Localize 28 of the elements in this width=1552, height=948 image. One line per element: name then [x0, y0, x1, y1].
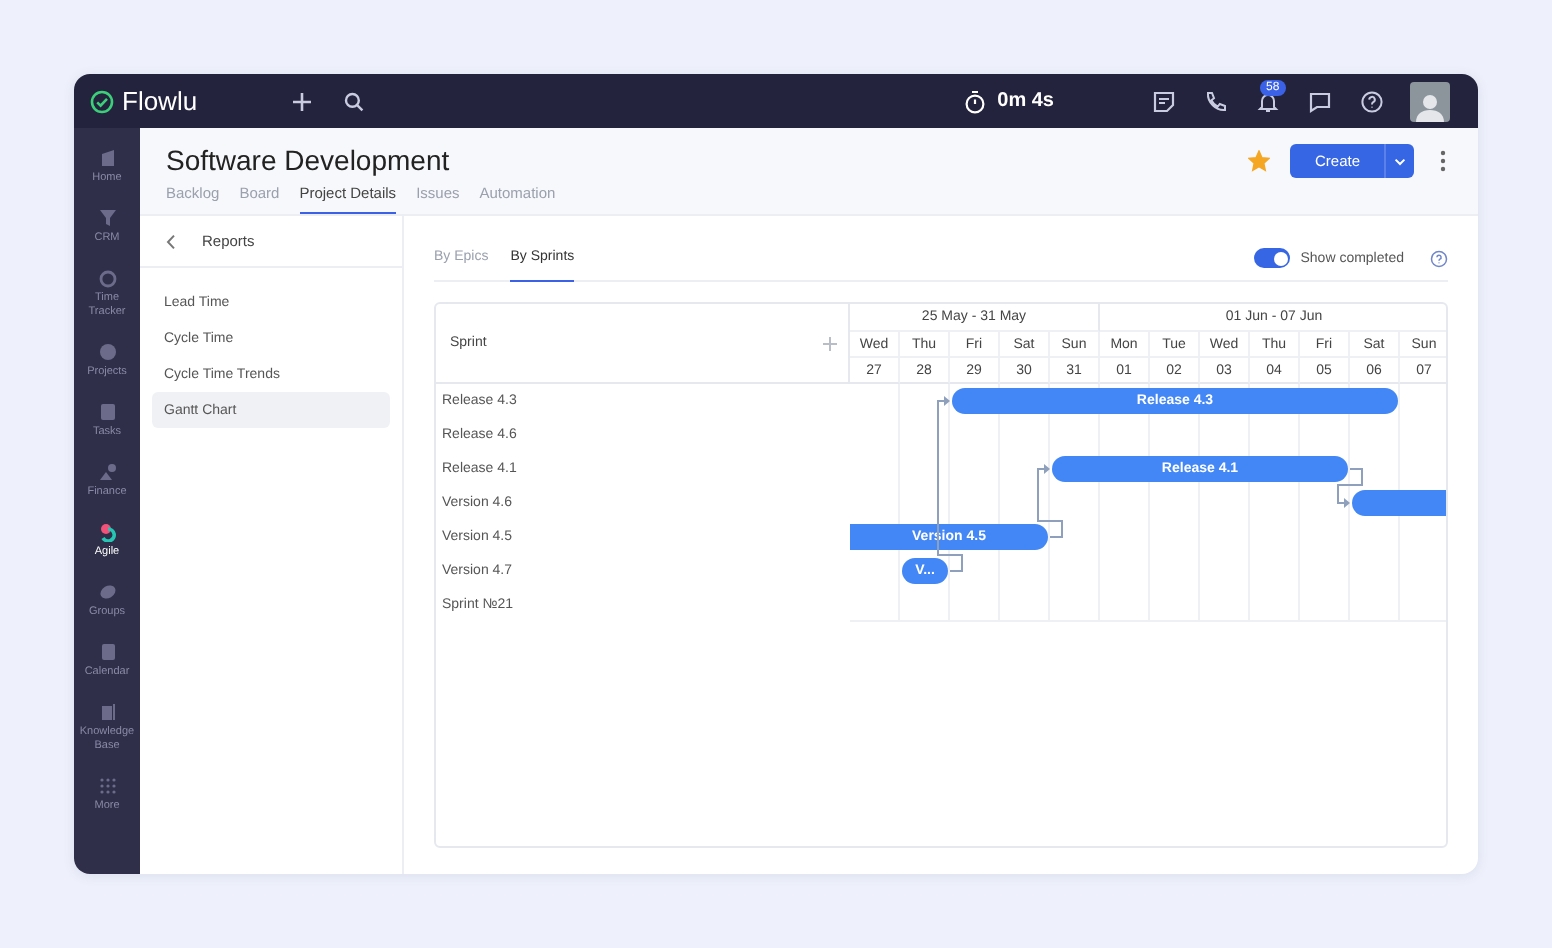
dependency-arrow [1037, 464, 1063, 538]
toggle-switch[interactable] [1254, 248, 1291, 268]
ring-icon [97, 267, 117, 287]
grid-icon [97, 775, 117, 795]
caret-icon [1394, 157, 1406, 165]
more-icon[interactable] [1440, 150, 1446, 172]
funnel-icon [97, 207, 117, 227]
gantt-bar[interactable] [1352, 490, 1446, 516]
chevron-left-icon [166, 233, 176, 249]
plus-icon[interactable] [290, 89, 314, 113]
card-icon [97, 401, 117, 421]
phone-icon[interactable] [1204, 89, 1228, 113]
check-circle-icon [90, 89, 114, 113]
back-button[interactable] [166, 233, 178, 249]
star-icon[interactable] [1248, 150, 1271, 172]
timer-text: 0m 4s [997, 90, 1054, 112]
dependency-arrow [1337, 468, 1363, 508]
circle-icon [97, 341, 117, 361]
stopwatch-icon[interactable] [963, 89, 986, 113]
chat-icon[interactable] [1308, 89, 1332, 113]
search-icon[interactable] [342, 89, 366, 113]
avatar[interactable] [1410, 81, 1450, 121]
ellipse-icon [97, 581, 117, 601]
calendar-icon [97, 641, 117, 661]
logo-text: Flowlu [122, 86, 198, 116]
help-icon[interactable] [1360, 89, 1384, 113]
page-title: Software Development [166, 144, 452, 176]
note-icon[interactable] [1152, 89, 1176, 113]
